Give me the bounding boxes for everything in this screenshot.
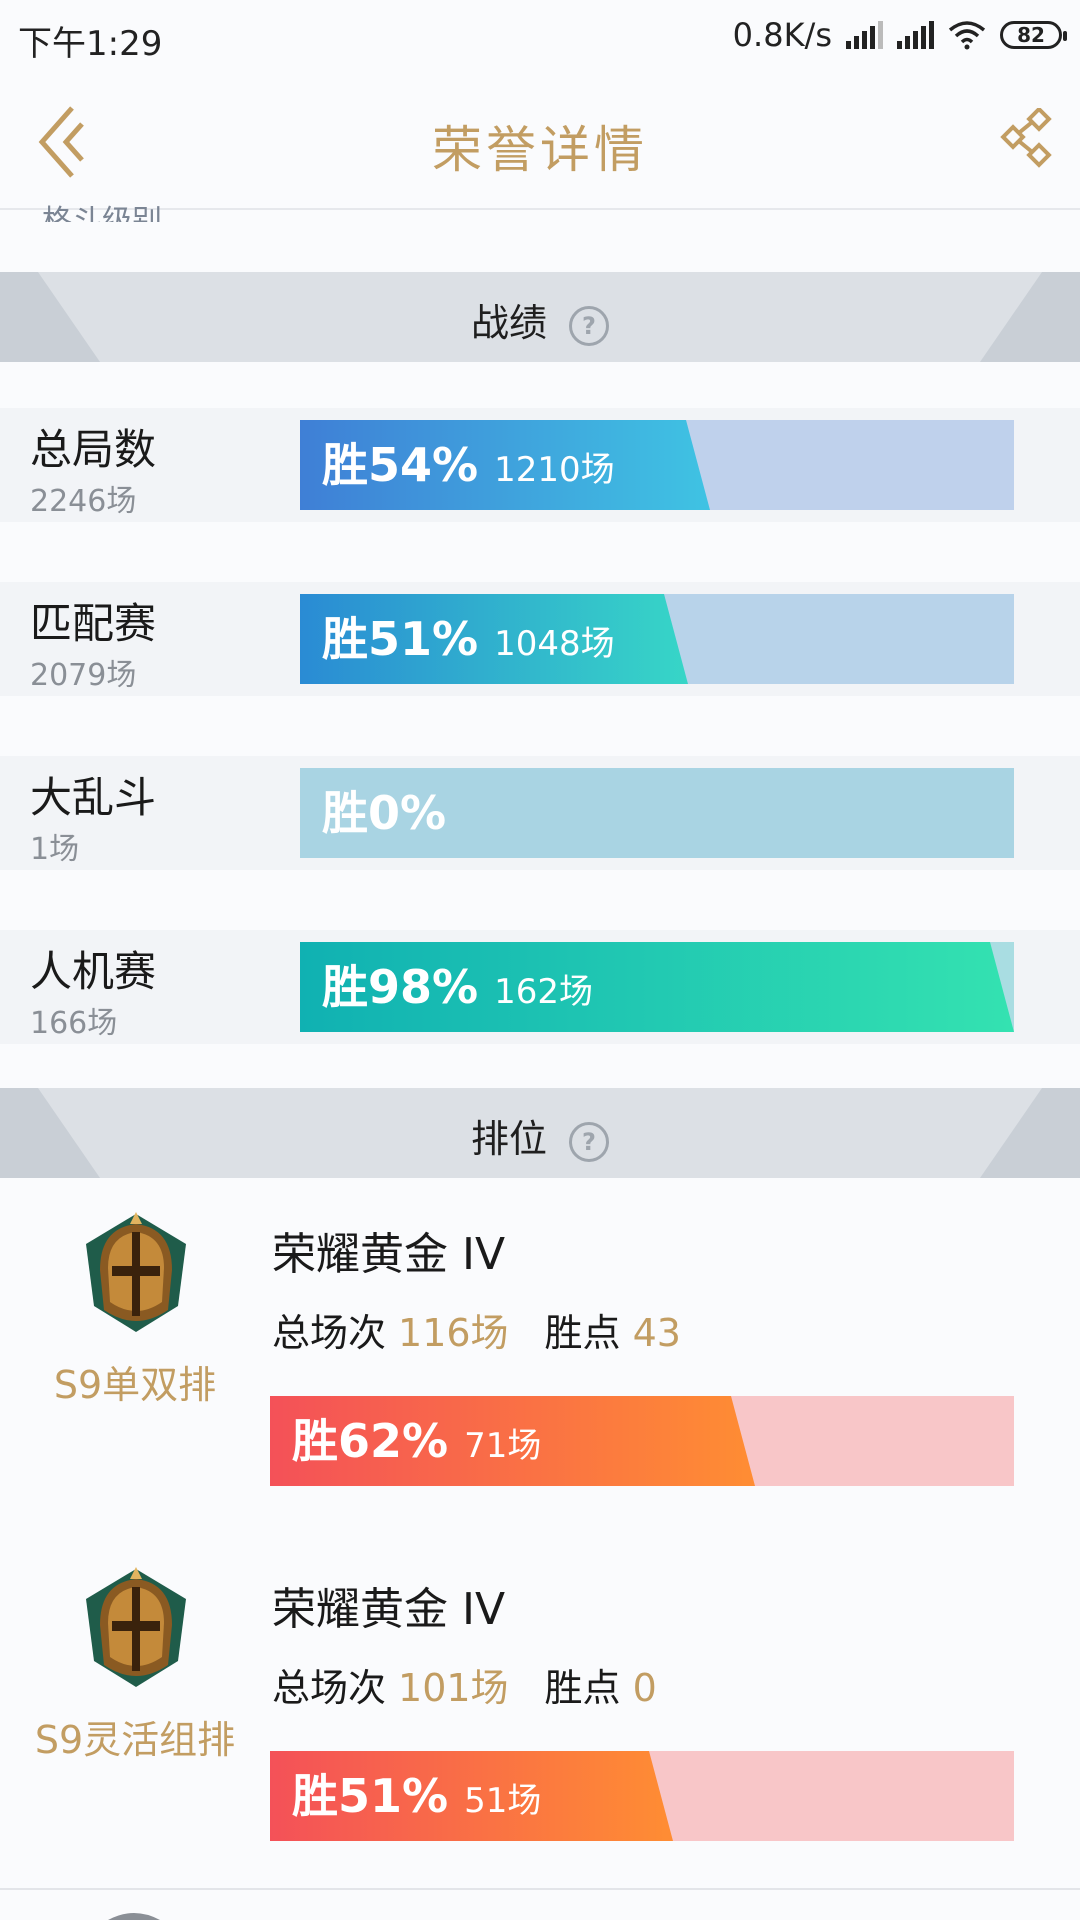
bar-label: 胜98% 162场 bbox=[322, 942, 593, 1032]
total-label: 总场次 bbox=[272, 1666, 387, 1710]
rank-meta: 总场次 116场 胜点 43 bbox=[272, 1302, 681, 1357]
points-label: 胜点 bbox=[544, 1311, 621, 1355]
win-percent: 胜54% bbox=[322, 438, 479, 492]
win-percent: 胜62% bbox=[292, 1414, 449, 1468]
win-rate-bar: 胜98% 162场 bbox=[300, 942, 1014, 1032]
section-header-record: 战绩? bbox=[0, 272, 1080, 362]
section-label: 战绩 bbox=[470, 301, 547, 345]
rank-win-rate-bar: 胜51% 51场 bbox=[270, 1751, 1014, 1841]
win-percent: 胜51% bbox=[292, 1769, 449, 1823]
stat-row-bot[interactable]: 人机赛 166场 胜98% 162场 bbox=[0, 930, 1080, 1044]
bar-label: 胜51% 1048场 bbox=[322, 594, 615, 684]
rank-tier: 荣耀黄金 IV bbox=[272, 1229, 506, 1280]
network-speed: 0.8K/s bbox=[732, 16, 832, 54]
rank-win-rate-bar: 胜62% 71场 bbox=[270, 1396, 1014, 1486]
win-rate-bar: 胜51% 1048场 bbox=[300, 594, 1014, 684]
win-count: 51场 bbox=[464, 1781, 542, 1821]
stat-count: 2079场 bbox=[30, 658, 137, 693]
rank-helmet-icon bbox=[108, 1913, 160, 1920]
stat-count: 166场 bbox=[30, 1006, 118, 1041]
win-count: 1048场 bbox=[494, 624, 615, 664]
signal-icon bbox=[846, 21, 883, 49]
bar-label: 胜51% 51场 bbox=[292, 1751, 541, 1841]
signal-icon-2 bbox=[897, 21, 934, 49]
rank-card-flex[interactable]: S9灵活组排 荣耀黄金 IV 总场次 101场 胜点 0 胜51% 51场 bbox=[0, 1533, 1080, 1890]
page-title: 荣誉详情 bbox=[432, 121, 648, 179]
total-value: 101场 bbox=[398, 1666, 509, 1710]
rank-tier: 荣耀黄金 IV bbox=[272, 1584, 506, 1635]
bar-label: 胜0% bbox=[322, 768, 462, 858]
stat-row-brawl[interactable]: 大乱斗 1场 胜0% bbox=[0, 756, 1080, 870]
next-card-peek bbox=[0, 1890, 1080, 1920]
stat-name: 匹配赛 bbox=[30, 599, 157, 648]
bar-label: 胜62% 71场 bbox=[292, 1396, 541, 1486]
wifi-icon bbox=[948, 21, 986, 50]
win-percent: 胜0% bbox=[322, 786, 447, 840]
win-count: 162场 bbox=[494, 972, 594, 1012]
rank-helmet-icon bbox=[86, 1567, 186, 1687]
season-label: S9灵活组排 bbox=[34, 1718, 236, 1762]
win-rate-bar: 胜54% 1210场 bbox=[300, 420, 1014, 510]
rank-card-solo[interactable]: S9单双排 荣耀黄金 IV 总场次 116场 胜点 43 胜62% 71场 bbox=[0, 1178, 1080, 1535]
stat-count: 1场 bbox=[30, 832, 80, 867]
help-icon[interactable]: ? bbox=[569, 1121, 609, 1162]
stat-name: 大乱斗 bbox=[30, 773, 157, 822]
rank-helmet-icon bbox=[86, 1212, 186, 1332]
rank-meta: 总场次 101场 胜点 0 bbox=[272, 1657, 657, 1712]
stat-count: 2246场 bbox=[30, 484, 137, 519]
total-value: 116场 bbox=[398, 1311, 509, 1355]
points-label: 胜点 bbox=[544, 1666, 621, 1710]
help-icon[interactable]: ? bbox=[569, 305, 609, 346]
bar-label: 胜54% 1210场 bbox=[322, 420, 615, 510]
battery-icon: 82 bbox=[1000, 21, 1067, 49]
stat-name: 人机赛 bbox=[30, 947, 157, 996]
points-value: 43 bbox=[632, 1311, 681, 1355]
section-header-ranked: 排位? bbox=[0, 1088, 1080, 1178]
win-percent: 胜51% bbox=[322, 612, 479, 666]
clipped-heading: 格斗级别 bbox=[42, 204, 162, 222]
win-percent: 胜98% bbox=[322, 960, 479, 1014]
total-label: 总场次 bbox=[272, 1311, 387, 1355]
section-title-ranked: 排位? bbox=[0, 1108, 1080, 1163]
status-time: 下午1:29 bbox=[18, 24, 163, 64]
win-count: 1210场 bbox=[494, 450, 615, 490]
stat-name: 总局数 bbox=[30, 425, 157, 474]
share-icon[interactable] bbox=[1000, 108, 1056, 168]
season-label: S9单双排 bbox=[53, 1363, 217, 1407]
stat-row-normal[interactable]: 匹配赛 2079场 胜51% 1048场 bbox=[0, 582, 1080, 696]
win-count: 71场 bbox=[464, 1426, 542, 1466]
status-bar: 下午1:29 0.8K/s 82 bbox=[0, 0, 1080, 74]
stat-row-total[interactable]: 总局数 2246场 胜54% 1210场 bbox=[0, 408, 1080, 522]
win-rate-bar: 胜0% bbox=[300, 768, 1014, 858]
section-title-record: 战绩? bbox=[0, 292, 1080, 347]
section-label: 排位 bbox=[470, 1117, 547, 1161]
points-value: 0 bbox=[632, 1666, 657, 1710]
app-header: 荣誉详情 bbox=[0, 74, 1080, 210]
status-right: 0.8K/s 82 bbox=[732, 16, 1067, 54]
